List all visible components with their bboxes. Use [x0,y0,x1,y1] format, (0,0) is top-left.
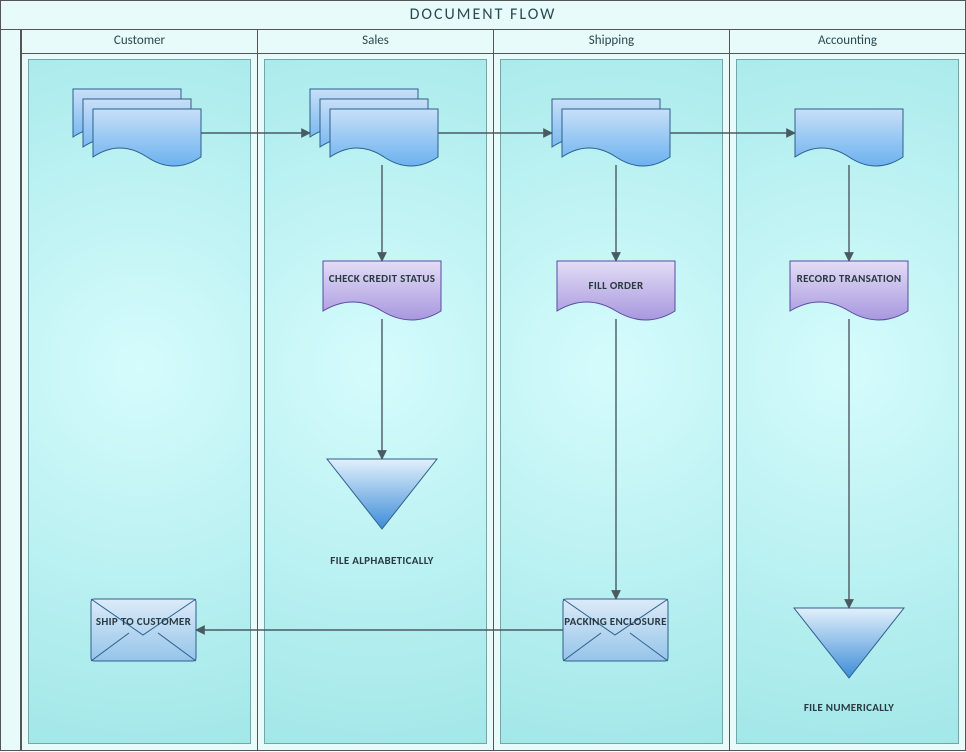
swimlane-body [21,53,965,750]
lane-header-customer: Customer [21,29,257,53]
left-rail [1,29,21,750]
lane-customer [21,53,257,750]
diagram-canvas: DOCUMENT FLOW Customer Sales Shipping Ac… [0,0,966,751]
diagram-title: DOCUMENT FLOW [1,1,965,30]
lane-header-sales: Sales [257,29,493,53]
lane-header-accounting: Accounting [729,29,965,53]
lane-shipping [493,53,729,750]
lane-header-shipping: Shipping [493,29,729,53]
lane-sales [257,53,493,750]
swimlane-headers: Customer Sales Shipping Accounting [21,29,965,54]
lane-accounting [729,53,965,750]
